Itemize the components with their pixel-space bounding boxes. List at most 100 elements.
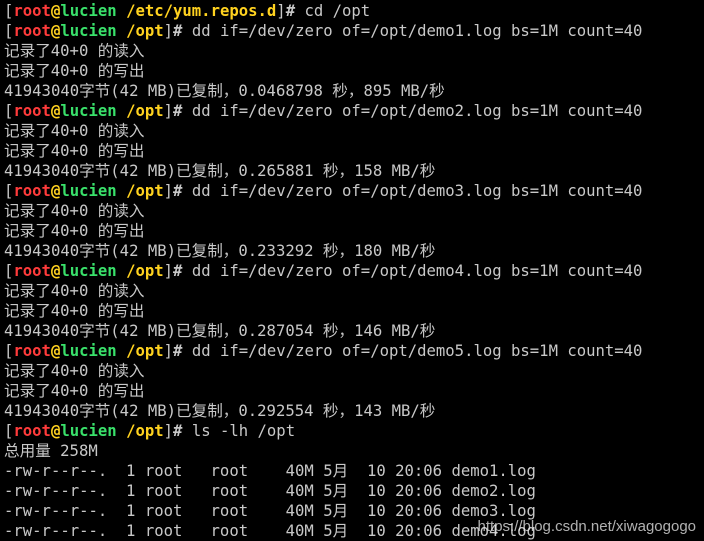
command-text: dd if=/dev/zero of=/opt/demo1.log bs=1M …	[191, 22, 643, 40]
output-text: 记录了40+0 的读入	[4, 122, 145, 140]
output-text: 41943040字节(42 MB)已复制，0.292554 秒，143 MB/秒	[4, 402, 436, 420]
output-text: -rw-r--r--. 1 root root 40M 5月 10 20:06 …	[4, 462, 536, 480]
output-text: 记录了40+0 的写出	[4, 142, 145, 160]
output-line: 记录了40+0 的写出	[4, 381, 642, 401]
output-line: 记录了40+0 的写出	[4, 221, 642, 241]
prompt-cwd: /opt	[126, 182, 164, 200]
output-text: 41943040字节(42 MB)已复制，0.265881 秒，158 MB/秒	[4, 162, 436, 180]
output-line: 41943040字节(42 MB)已复制，0.233292 秒，180 MB/秒	[4, 241, 642, 261]
output-text: 记录了40+0 的写出	[4, 222, 145, 240]
prompt-host: lucien	[60, 342, 117, 360]
prompt-line: [root@lucien /opt]# dd if=/dev/zero of=/…	[4, 101, 642, 121]
prompt-host: lucien	[60, 182, 117, 200]
prompt-hash: #	[173, 22, 183, 40]
prompt-at: @	[50, 182, 61, 200]
prompt-close-bracket: ]	[276, 2, 286, 20]
prompt-hash: #	[173, 182, 183, 200]
command-text: dd if=/dev/zero of=/opt/demo2.log bs=1M …	[191, 102, 643, 120]
prompt-cwd: /opt	[126, 22, 164, 40]
prompt-user: root	[13, 22, 51, 40]
output-line: 记录了40+0 的读入	[4, 41, 642, 61]
output-line: -rw-r--r--. 1 root root 40M 5月 10 20:06 …	[4, 461, 642, 481]
output-line: -rw-r--r--. 1 root root 40M 5月 10 20:06 …	[4, 501, 642, 521]
output-text: 41943040字节(42 MB)已复制，0.287054 秒，146 MB/秒	[4, 322, 436, 340]
prompt-hash: #	[285, 2, 296, 20]
prompt-line: [root@lucien /opt]# dd if=/dev/zero of=/…	[4, 341, 642, 361]
prompt-hash: #	[173, 422, 183, 440]
prompt-user: root	[13, 342, 51, 360]
output-line: 记录了40+0 的写出	[4, 61, 642, 81]
output-line: 41943040字节(42 MB)已复制，0.292554 秒，143 MB/秒	[4, 401, 642, 421]
prompt-at: @	[50, 22, 61, 40]
command-text: cd /opt	[304, 2, 371, 20]
prompt-open-bracket: [	[4, 262, 14, 280]
prompt-at: @	[50, 342, 61, 360]
output-text: 记录了40+0 的写出	[4, 382, 145, 400]
output-text: 总用量 258M	[4, 442, 98, 460]
prompt-close-bracket: ]	[163, 262, 174, 280]
prompt-cwd: /opt	[126, 262, 164, 280]
prompt-at: @	[50, 422, 61, 440]
output-text: -rw-r--r--. 1 root root 40M 5月 10 20:06 …	[4, 482, 536, 500]
output-line: 记录了40+0 的读入	[4, 121, 642, 141]
prompt-user: root	[13, 2, 51, 20]
prompt-line: [root@lucien /opt]# dd if=/dev/zero of=/…	[4, 21, 642, 41]
prompt-host: lucien	[60, 22, 117, 40]
output-line: -rw-r--r--. 1 root root 40M 5月 10 20:06 …	[4, 521, 642, 541]
prompt-open-bracket: [	[4, 422, 14, 440]
prompt-user: root	[13, 262, 51, 280]
terminal-output: [root@lucien /etc/yum.repos.d]# cd /opt[…	[4, 1, 642, 541]
prompt-user: root	[13, 102, 51, 120]
prompt-hash: #	[173, 102, 183, 120]
prompt-hash: #	[173, 262, 183, 280]
prompt-user: root	[13, 182, 51, 200]
prompt-line: [root@lucien /opt]# ls -lh /opt	[4, 421, 642, 441]
output-line: 总用量 258M	[4, 441, 642, 461]
output-text: -rw-r--r--. 1 root root 40M 5月 10 20:06 …	[4, 522, 536, 540]
prompt-close-bracket: ]	[163, 422, 174, 440]
prompt-at: @	[50, 102, 61, 120]
prompt-close-bracket: ]	[163, 22, 174, 40]
prompt-open-bracket: [	[4, 22, 14, 40]
prompt-host: lucien	[60, 422, 117, 440]
command-text: dd if=/dev/zero of=/opt/demo3.log bs=1M …	[191, 182, 643, 200]
output-line: 记录了40+0 的写出	[4, 301, 642, 321]
prompt-host: lucien	[60, 102, 117, 120]
output-line: 记录了40+0 的读入	[4, 281, 642, 301]
prompt-host: lucien	[60, 262, 117, 280]
prompt-open-bracket: [	[4, 2, 14, 20]
output-line: 41943040字节(42 MB)已复制，0.265881 秒，158 MB/秒	[4, 161, 642, 181]
terminal-window[interactable]: [root@lucien /etc/yum.repos.d]# cd /opt[…	[0, 0, 704, 541]
prompt-cwd: /etc/yum.repos.d	[126, 2, 277, 20]
prompt-at: @	[50, 262, 61, 280]
output-text: 记录了40+0 的写出	[4, 302, 145, 320]
output-line: 记录了40+0 的写出	[4, 141, 642, 161]
output-line: -rw-r--r--. 1 root root 40M 5月 10 20:06 …	[4, 481, 642, 501]
prompt-cwd: /opt	[126, 342, 164, 360]
prompt-close-bracket: ]	[163, 182, 174, 200]
prompt-cwd: /opt	[126, 422, 164, 440]
prompt-cwd: /opt	[126, 102, 164, 120]
prompt-line: [root@lucien /etc/yum.repos.d]# cd /opt	[4, 1, 642, 21]
prompt-line: [root@lucien /opt]# dd if=/dev/zero of=/…	[4, 261, 642, 281]
prompt-at: @	[50, 2, 61, 20]
output-line: 记录了40+0 的读入	[4, 361, 642, 381]
output-line: 41943040字节(42 MB)已复制，0.0468798 秒，895 MB/…	[4, 81, 642, 101]
output-text: 记录了40+0 的读入	[4, 282, 145, 300]
output-text: 41943040字节(42 MB)已复制，0.233292 秒，180 MB/秒	[4, 242, 436, 260]
prompt-open-bracket: [	[4, 182, 14, 200]
prompt-user: root	[13, 422, 51, 440]
prompt-close-bracket: ]	[163, 102, 174, 120]
output-line: 记录了40+0 的读入	[4, 201, 642, 221]
prompt-open-bracket: [	[4, 342, 14, 360]
command-text: ls -lh /opt	[191, 422, 296, 440]
command-text: dd if=/dev/zero of=/opt/demo5.log bs=1M …	[191, 342, 643, 360]
prompt-host: lucien	[60, 2, 117, 20]
output-text: 41943040字节(42 MB)已复制，0.0468798 秒，895 MB/…	[4, 82, 445, 100]
command-text: dd if=/dev/zero of=/opt/demo4.log bs=1M …	[191, 262, 643, 280]
